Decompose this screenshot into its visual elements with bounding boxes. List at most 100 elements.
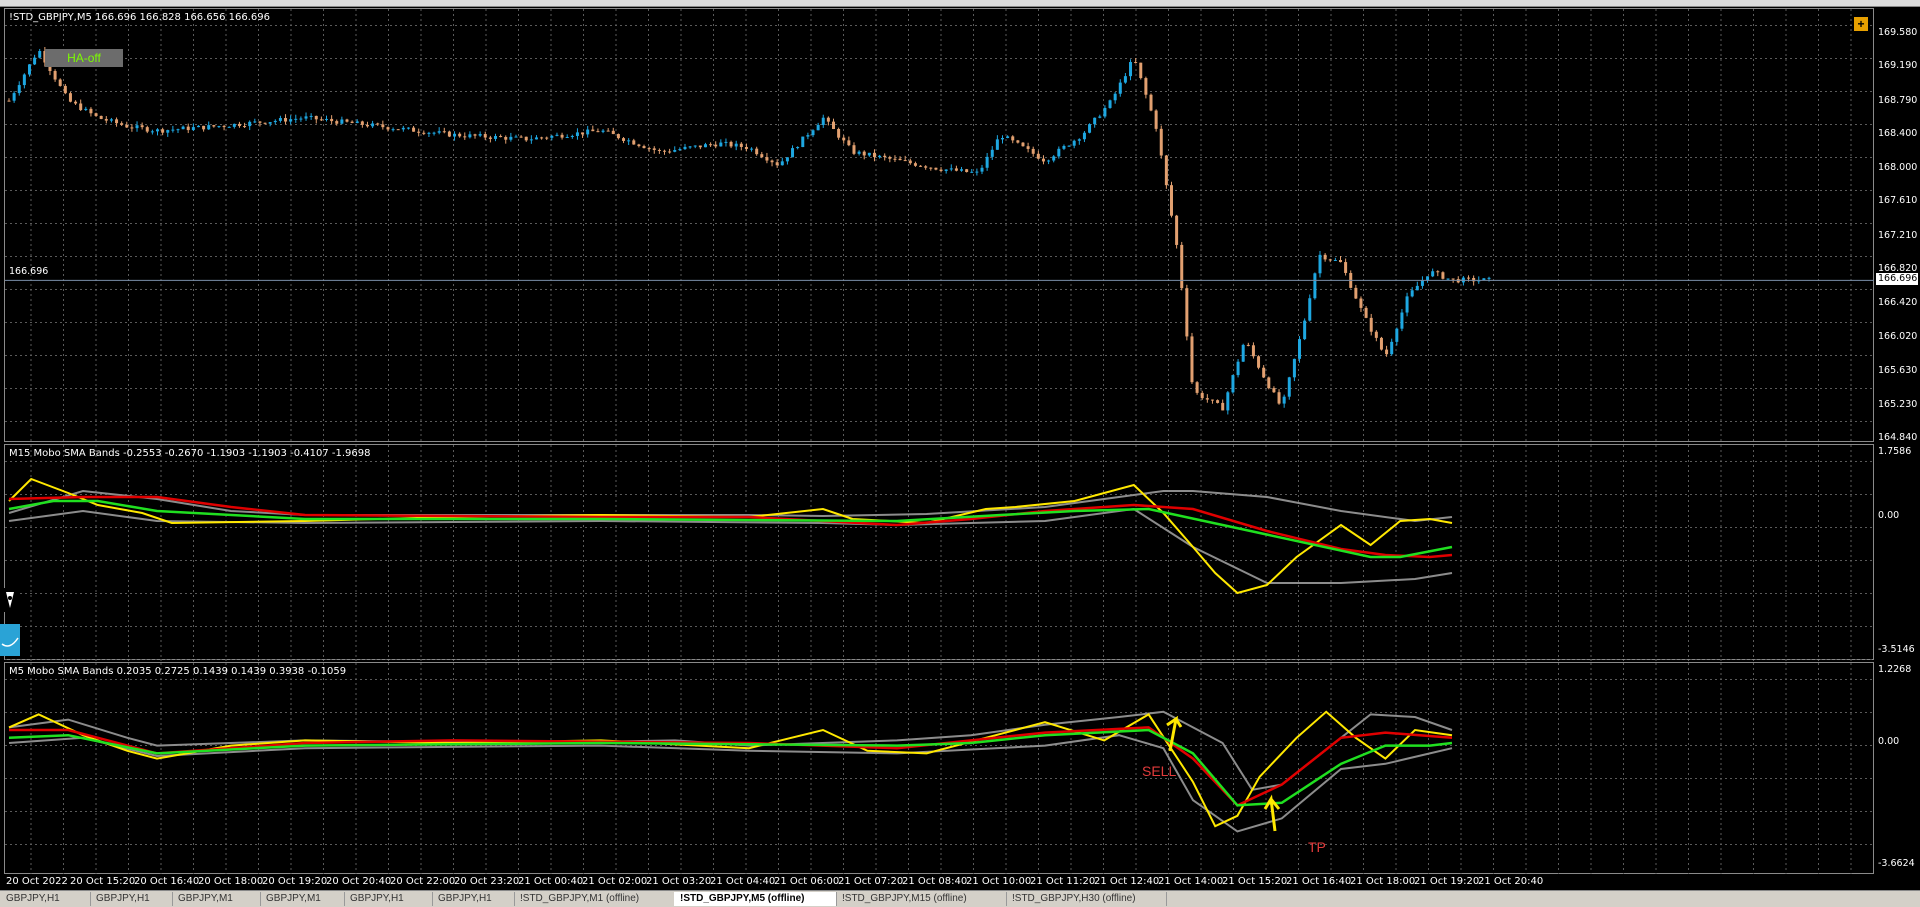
candle-body [1318,254,1322,274]
candle-body [519,136,523,138]
candle-body [304,116,308,119]
candle-body [1379,337,1383,350]
candle-body [1272,388,1276,393]
candle-body [760,154,764,158]
time-axis-label: 20 Oct 23:20 [454,876,520,887]
candle-body [801,136,805,148]
candle-body [606,130,610,132]
candle-body [284,118,288,122]
candle-body [775,162,779,166]
time-axis-label: 21 Oct 11:20 [1030,876,1096,887]
candle-body [616,134,620,139]
candle-body [53,71,57,80]
chart-tab-bar: GBPJPY,H1 GBPJPY,H1 GBPJPY,M1 GBPJPY,M1 GBPJ… [0,890,1920,907]
candle-body [1400,312,1404,329]
time-axis-label: 21 Oct 02:00 [582,876,648,887]
chart-tab[interactable]: GBPJPY,H1 [90,892,173,906]
time-axis-label: 21 Oct 06:00 [774,876,840,887]
curve-tool-icon[interactable] [0,624,20,656]
chart-tab[interactable]: !STD_GBPJPY,M15 (offline) [836,892,1007,906]
candle-body [1031,148,1035,154]
candle-body [678,149,682,151]
m5-indicator-pane[interactable]: M5 Mobo SMA Bands 0.2035 0.2725 0.1439 0… [4,662,1875,875]
time-axis-label: 20 Oct 15:20 [70,876,136,887]
candle-body [632,140,636,145]
m15-indicator-canvas[interactable] [5,445,1875,661]
candle-body [68,93,72,102]
candle-body [919,165,923,167]
price-axis-tick: 168.790 [1878,94,1918,106]
candle-body [309,115,313,117]
candle-body [1420,280,1424,286]
candle-body [1210,399,1214,401]
time-axis-label: 21 Oct 03:20 [646,876,712,887]
candle-body [734,143,738,147]
candle-body [1246,344,1250,346]
chart-tab[interactable]: GBPJPY,H1 [432,892,515,906]
time-axis-label: 21 Oct 12:40 [1094,876,1160,887]
candle-body [545,137,549,139]
m15-indicator-pane[interactable]: M15 Mobo SMA Bands -0.2553 -0.2670 -1.19… [4,444,1875,661]
candle-body [125,124,129,128]
ha-toggle-button[interactable]: HA-off [45,49,123,67]
candle-body [842,137,846,141]
candle-body [872,152,876,158]
chart-tab[interactable]: GBPJPY,M1 [172,892,261,906]
m5-indicator-canvas[interactable] [5,663,1875,875]
candle-body [1185,288,1189,337]
candle-body [867,152,871,156]
candle-body [391,129,395,131]
indicator-axis-tick: 0.00 [1878,510,1900,521]
time-axis-label: 21 Oct 08:40 [902,876,968,887]
candle-body [796,147,800,149]
candle-body [560,134,564,138]
candle-body [463,136,467,138]
expand-plus-icon[interactable]: + [1854,17,1868,31]
candle-body [693,145,697,147]
candle-body [99,115,103,119]
price-chart-canvas[interactable] [5,9,1875,443]
candle-body [1257,356,1261,368]
chart-tab[interactable]: GBPJPY,M1 [260,892,345,906]
candle-body [120,123,124,125]
candle-body [468,134,472,138]
pen-tool-icon[interactable] [0,588,20,612]
price-axis-tick: 166.820 [1878,262,1918,274]
candle-body [565,136,569,138]
time-axis-label: 21 Oct 10:00 [966,876,1032,887]
candle-body [1144,78,1148,95]
price-axis[interactable]: 169.580 169.190 168.790 168.400 168.000 167.6… [1874,8,1920,443]
candle-body [1134,62,1138,64]
m5-indicator-title: M5 Mobo SMA Bands 0.2035 0.2725 0.1439 0… [9,666,347,677]
indicator-axis-tick: 1.7586 [1878,446,1912,457]
time-axis-label: 20 Oct 22:00 [390,876,456,887]
chart-tab[interactable]: GBPJPY,H1 [344,892,433,906]
candle-body [1221,402,1225,411]
candle-body [965,169,969,173]
price-chart-pane[interactable]: !STD_GBPJPY,M5 166.696 166.828 166.656 1… [4,8,1875,443]
candle-body [1385,349,1389,355]
candle-body [319,119,323,121]
candle-body [84,108,88,111]
candle-body [970,171,974,173]
chart-tab[interactable]: !STD_GBPJPY,H30 (offline) [1006,892,1167,906]
candle-body [365,124,369,127]
candle-body [750,148,754,150]
chart-tab[interactable]: !STD_GBPJPY,M5 (offline) [674,892,837,906]
time-axis-label: 21 Oct 04:40 [710,876,776,887]
candle-body [494,136,498,139]
candle-body [1180,244,1184,289]
candle-body [1159,128,1163,156]
candle-body [1313,273,1317,299]
chart-tab[interactable]: GBPJPY,H1 [0,892,91,906]
price-axis-tick: 164.840 [1878,432,1918,443]
candle-body [289,119,293,122]
candle-body [1082,132,1086,140]
candle-body [376,123,380,125]
candle-body [596,131,600,133]
candle-body [330,118,334,122]
signal-line [8,710,1453,828]
candle-body [1354,287,1358,299]
time-axis[interactable]: 20 Oct 2022 20 Oct 15:20 20 Oct 16:40 20 Oc… [0,874,1920,890]
chart-tab[interactable]: !STD_GBPJPY,M1 (offline) [514,892,675,906]
